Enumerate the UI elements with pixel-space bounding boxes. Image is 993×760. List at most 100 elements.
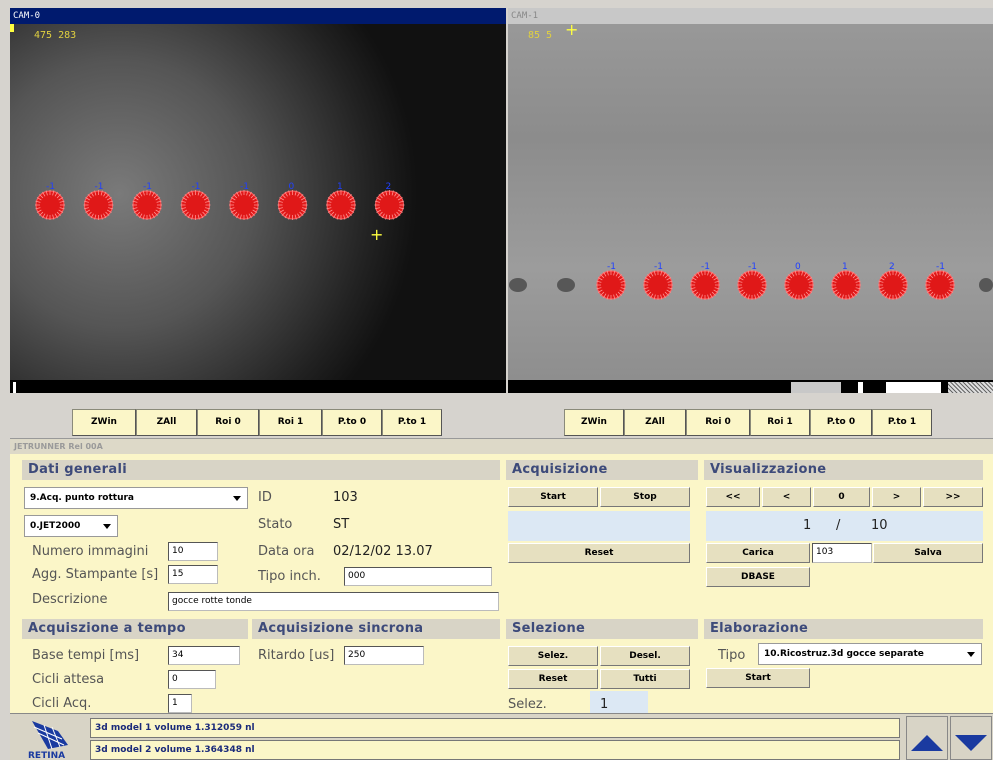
cam1-roi-1-button[interactable]: Roi 1 [750, 409, 810, 436]
cam0-p-to-1-button[interactable]: P.to 1 [382, 409, 442, 436]
carica-input[interactable]: 103 [812, 543, 872, 563]
cam1-zall-button[interactable]: ZAll [624, 409, 686, 436]
cam0-p-to-0-button[interactable]: P.to 0 [322, 409, 382, 436]
cam0-roi-1-button[interactable]: Roi 1 [259, 409, 322, 436]
jet-select[interactable]: 0.JET2000 [24, 515, 118, 537]
cicli-acq-input[interactable]: 1 [168, 694, 192, 713]
cam1-roi-0-button[interactable]: Roi 0 [686, 409, 750, 436]
mode-select-value: 9.Acq. punto rottura [30, 493, 134, 503]
drop-index-label: -1 [240, 182, 249, 192]
drops-overlay-0: -1 -1 -1 -1 -1 0 1 2 [35, 182, 405, 220]
cam0-zall-button[interactable]: ZAll [136, 409, 197, 436]
cam1-drop: -1 [643, 262, 673, 300]
ritardo-input[interactable]: 250 [344, 646, 424, 665]
cicli-attesa-label: Cicli attesa [32, 672, 105, 687]
descrizione-label: Descrizione [32, 592, 108, 607]
section-header-acquisizione: Acquisizione [506, 460, 698, 480]
cam0-drop: -1 [132, 182, 162, 220]
drop-index-label: 1 [337, 182, 343, 192]
mode-select[interactable]: 9.Acq. punto rottura [24, 487, 248, 509]
drop-index-label: -1 [143, 182, 152, 192]
elaborazione-tipo-select[interactable]: 10.Ricostruz.3d gocce separate [758, 643, 982, 665]
nav-zero-button[interactable]: 0 [813, 487, 870, 507]
acquisizione-status-area [508, 511, 690, 541]
section-header-selezione: Selezione [506, 619, 698, 639]
tutti-button[interactable]: Tutti [600, 669, 690, 689]
descrizione-input[interactable]: gocce rotte tonde [168, 592, 499, 611]
numero-immagini-input[interactable]: 10 [168, 542, 218, 561]
message-line-1: 3d model 1 volume 1.312059 nl [90, 718, 900, 738]
shadow-drop [557, 278, 575, 292]
acquisizione-start-button[interactable]: Start [508, 487, 598, 507]
camera-scrollbar-1[interactable] [508, 380, 993, 393]
agg-stampante-input[interactable]: 15 [168, 565, 218, 584]
id-label: ID [258, 490, 272, 505]
cam0-roi-0-button[interactable]: Roi 0 [197, 409, 259, 436]
camera-toolbar-0: ZWin ZAll Roi 0 Roi 1 P.to 0 P.to 1 [20, 409, 498, 436]
id-value: 103 [333, 490, 358, 505]
selezione-reset-button[interactable]: Reset [508, 669, 598, 689]
chevron-down-icon [233, 496, 241, 501]
cam1-drop: -1 [596, 262, 626, 300]
drop-index-label: 2 [386, 182, 392, 192]
tipo-inch-input[interactable]: 000 [344, 567, 492, 586]
shadow-drop [509, 278, 527, 292]
nav-prev-button[interactable]: < [762, 487, 811, 507]
elaborazione-start-button[interactable]: Start [706, 668, 810, 688]
cam1-drop: -1 [925, 262, 955, 300]
image-total: 10 [871, 518, 888, 533]
scroll-up-button[interactable] [906, 716, 948, 760]
logo-text: RETINA [28, 751, 65, 759]
scrollbar-thumb[interactable] [886, 382, 941, 393]
salva-button[interactable]: Salva [873, 543, 983, 563]
desel-button[interactable]: Desel. [600, 646, 690, 666]
cam0-drop: -1 [180, 182, 211, 220]
selez-label: Selez. [508, 697, 547, 712]
jet-select-value: 0.JET2000 [30, 521, 81, 531]
drop-index-label: -1 [607, 262, 616, 272]
acquisizione-stop-button[interactable]: Stop [600, 487, 690, 507]
cam1-drop: 2 [878, 262, 908, 300]
nav-first-button[interactable]: << [706, 487, 760, 507]
cicli-attesa-input[interactable]: 0 [168, 670, 216, 689]
scroll-down-button[interactable] [950, 716, 992, 760]
app-window: CAM-0 475 283 + -1 -1 -1 -1 -1 0 1 2 CAM-1 85 5… [0, 0, 993, 760]
camera-view-0[interactable]: CAM-0 475 283 + -1 -1 -1 -1 -1 0 1 2 [10, 8, 506, 380]
section-header-acq-tempo: Acquiszione a tempo [22, 619, 248, 639]
nav-last-button[interactable]: >> [923, 487, 983, 507]
drop-index-label: -1 [46, 182, 55, 192]
agg-stampante-label: Agg. Stampante [s] [32, 567, 159, 582]
drop-index-label: 2 [889, 262, 895, 272]
image-separator: / [836, 518, 841, 533]
triangle-down-icon [955, 735, 987, 751]
cam0-drop: 0 [277, 182, 308, 220]
nav-next-button[interactable]: > [872, 487, 921, 507]
cicli-acq-label: Cicli Acq. [32, 696, 92, 711]
cam0-zwin-button[interactable]: ZWin [72, 409, 136, 436]
selez-button[interactable]: Selez. [508, 646, 598, 666]
cam1-p-to-0-button[interactable]: P.to 0 [810, 409, 872, 436]
camera-view-1[interactable]: CAM-1 85 5 + -1 -1 -1 -1 0 1 2 -1 [508, 8, 993, 380]
stato-value: ST [333, 517, 350, 532]
visualizzazione-counter-area [706, 511, 983, 541]
cam1-drop: -1 [690, 262, 720, 300]
base-tempi-input[interactable]: 34 [168, 646, 240, 665]
section-header-visualizzazione: Visualizzazione [704, 460, 983, 480]
cam1-zwin-button[interactable]: ZWin [564, 409, 624, 436]
dbase-button[interactable]: DBASE [706, 567, 810, 587]
cam1-p-to-1-button[interactable]: P.to 1 [872, 409, 932, 436]
camera-scrollbar-0[interactable] [10, 380, 506, 393]
base-tempi-label: Base tempi [ms] [32, 648, 140, 663]
chevron-down-icon [967, 652, 975, 657]
cam1-drop: -1 [737, 262, 767, 300]
tipo-inch-label: Tipo inch. [258, 569, 321, 584]
tipo-label: Tipo [718, 648, 746, 663]
drop-index-label: 1 [842, 262, 848, 272]
scrollbar-thumb[interactable] [13, 382, 16, 393]
carica-button[interactable]: Carica [706, 543, 810, 563]
cam1-drop: 0 [784, 262, 814, 300]
camera-toolbar-1: ZWin ZAll Roi 0 Roi 1 P.to 0 P.to 1 [500, 409, 980, 436]
acquisizione-reset-button[interactable]: Reset [508, 543, 690, 563]
cam0-drop: 2 [374, 182, 405, 220]
status-footer: RETINA 3d model 1 volume 1.312059 nl 3d … [10, 713, 993, 760]
